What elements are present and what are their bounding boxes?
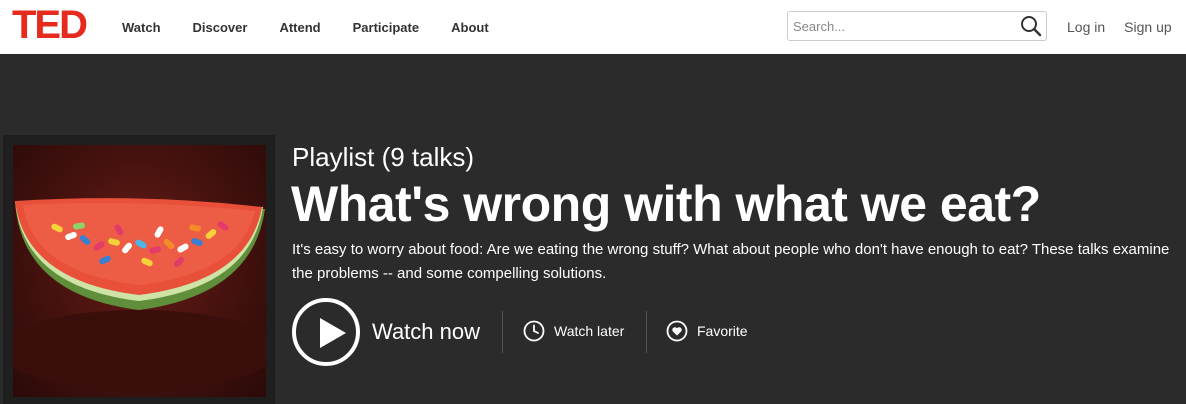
login-link[interactable]: Log in [1067, 19, 1105, 35]
playlist-kicker: Playlist (9 talks) [292, 142, 475, 172]
ted-logo[interactable]: TED [12, 5, 88, 45]
heart-icon [666, 320, 688, 342]
search-input[interactable] [793, 16, 1013, 36]
playlist-thumbnail[interactable] [13, 145, 266, 397]
signup-link[interactable]: Sign up [1124, 19, 1171, 35]
search-icon[interactable] [1020, 15, 1042, 37]
play-button[interactable] [292, 298, 360, 366]
nav-item-watch[interactable]: Watch [122, 20, 161, 35]
clock-icon [523, 320, 545, 342]
site-header: TED Watch Discover Attend Participate Ab… [0, 0, 1186, 54]
watch-later-button[interactable]: Watch later [523, 319, 624, 343]
search-box [787, 11, 1047, 41]
action-divider [646, 311, 647, 353]
nav-item-discover[interactable]: Discover [193, 20, 248, 35]
playlist-thumbnail-frame [3, 135, 275, 404]
watermelon-image [13, 198, 266, 390]
watch-now-button[interactable]: Watch now [372, 319, 480, 345]
favorite-label: Favorite [697, 323, 748, 339]
playlist-description: It's easy to worry about food: Are we ea… [292, 241, 1170, 282]
action-divider [502, 311, 503, 353]
main-nav: Watch Discover Attend Participate About [122, 0, 489, 54]
playlist-title: What's wrong with what we eat? [291, 176, 1041, 232]
nav-item-about[interactable]: About [451, 20, 489, 35]
nav-item-participate[interactable]: Participate [353, 20, 419, 35]
nav-item-attend[interactable]: Attend [279, 20, 320, 35]
play-icon [320, 318, 346, 348]
auth-links: Log in Sign up [1067, 0, 1172, 54]
favorite-button[interactable]: Favorite [666, 319, 748, 343]
watch-later-label: Watch later [554, 323, 625, 339]
